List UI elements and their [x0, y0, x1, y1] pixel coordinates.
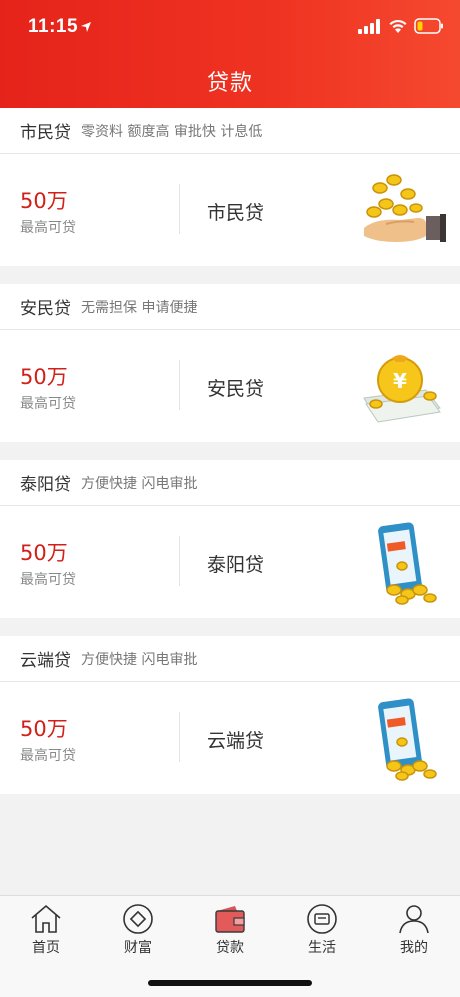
loan-amount: 50万 [20, 541, 68, 565]
loan-card-body[interactable]: 50万 最高可贷 泰阳贷 [0, 506, 460, 618]
profile-icon [399, 905, 429, 934]
divider [179, 360, 180, 410]
wallet-icon [215, 906, 245, 933]
battery-icon [414, 18, 443, 34]
loan-card-tags: 方便快捷 闪电审批 [81, 475, 198, 492]
tab-home[interactable]: 首页 [0, 902, 92, 957]
loan-amount-label: 最高可贷 [20, 572, 76, 588]
loan-card[interactable]: 安民贷 无需担保 申请便捷 50万 最高可贷 安民贷 ¥ [0, 284, 460, 442]
tab-loan[interactable]: 贷款 [184, 902, 276, 957]
loan-card-header: 安民贷 无需担保 申请便捷 [0, 284, 460, 330]
loan-card[interactable]: 泰阳贷 方便快捷 闪电审批 50万 最高可贷 泰阳贷 [0, 460, 460, 618]
loan-product-name: 安民贷 [207, 378, 265, 400]
loan-card-title: 安民贷 [20, 299, 71, 319]
loan-amount-label: 最高可贷 [20, 748, 76, 764]
app-header: 11:15 贷款 [0, 0, 460, 108]
loan-card-title: 市民贷 [20, 123, 71, 143]
wealth-icon [123, 904, 153, 934]
tab-label: 生活 [308, 940, 336, 956]
loan-card-tags: 零资料 额度高 审批快 计息低 [81, 123, 263, 140]
home-icon [31, 904, 61, 933]
coins-hand-icon [364, 174, 446, 242]
home-indicator [148, 980, 312, 986]
loan-amount: 50万 [20, 365, 68, 389]
phone-coins-icon [378, 698, 437, 781]
loan-card-tags: 无需担保 申请便捷 [81, 299, 198, 316]
status-time: 11:15 [28, 16, 79, 37]
svg-text:¥: ¥ [393, 369, 407, 393]
loan-card[interactable]: 市民贷 零资料 额度高 审批快 计息低 50万 最高可贷 市民贷 [0, 108, 460, 266]
wifi-icon [389, 19, 407, 33]
loan-amount: 50万 [20, 717, 68, 741]
tab-profile[interactable]: 我的 [368, 902, 460, 957]
tab-label: 贷款 [216, 940, 244, 956]
money-bag-icon: ¥ [363, 355, 441, 423]
loan-list: 市民贷 零资料 额度高 审批快 计息低 50万 最高可贷 市民贷 安民贷 无需担… [0, 108, 460, 812]
loan-amount-label: 最高可贷 [20, 396, 76, 412]
divider [179, 184, 180, 234]
tab-label: 财富 [124, 940, 152, 956]
signal-icon [358, 19, 380, 34]
tab-life[interactable]: 生活 [276, 902, 368, 957]
page-title: 贷款 [206, 71, 253, 96]
tab-label: 首页 [32, 940, 60, 956]
location-arrow-icon [81, 22, 91, 32]
loan-card-body[interactable]: 50万 最高可贷 安民贷 ¥ [0, 330, 460, 442]
phone-coins-icon [378, 522, 437, 605]
loan-product-name: 云端贷 [207, 730, 265, 752]
status-bar: 11:15 [0, 0, 460, 56]
tab-wealth[interactable]: 财富 [92, 902, 184, 957]
loan-amount-label: 最高可贷 [20, 220, 76, 236]
loan-amount: 50万 [20, 189, 68, 213]
loan-product-name: 泰阳贷 [207, 554, 265, 576]
divider [179, 712, 180, 762]
loan-card-title: 云端贷 [20, 651, 71, 671]
loan-card-tags: 方便快捷 闪电审批 [81, 651, 198, 668]
loan-card[interactable]: 云端贷 方便快捷 闪电审批 50万 最高可贷 云端贷 [0, 636, 460, 794]
loan-product-name: 市民贷 [207, 202, 265, 224]
loan-card-header: 泰阳贷 方便快捷 闪电审批 [0, 460, 460, 506]
loan-card-body[interactable]: 50万 最高可贷 市民贷 [0, 154, 460, 266]
loan-card-header: 市民贷 零资料 额度高 审批快 计息低 [0, 108, 460, 154]
life-icon [307, 904, 337, 934]
loan-card-header: 云端贷 方便快捷 闪电审批 [0, 636, 460, 682]
divider [179, 536, 180, 586]
tab-label: 我的 [400, 940, 428, 956]
loan-card-title: 泰阳贷 [20, 475, 71, 495]
loan-card-body[interactable]: 50万 最高可贷 云端贷 [0, 682, 460, 794]
